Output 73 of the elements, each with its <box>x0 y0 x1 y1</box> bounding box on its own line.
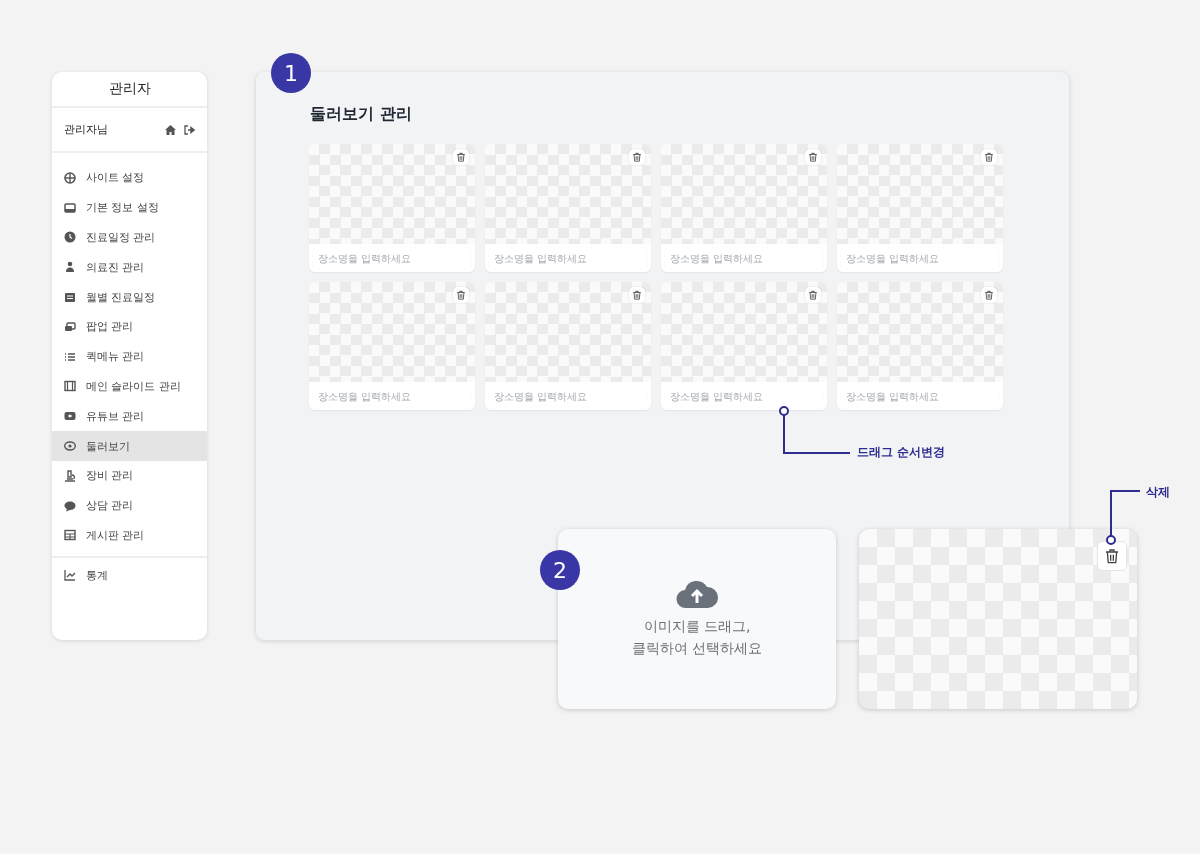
sidebar-menu-item[interactable]: 상담 관리 <box>52 490 207 521</box>
sidebar-menu-item[interactable]: 통계 <box>52 560 207 591</box>
trash-icon <box>456 152 466 162</box>
place-name-field[interactable]: 장소명을 입력하세요 <box>841 386 999 406</box>
sidebar-menu-item[interactable]: 게시판 관리 <box>52 520 207 551</box>
sidebar-menu-item[interactable]: 메인 슬라이드 관리 <box>52 371 207 402</box>
panel-title: 둘러보기 관리 <box>310 104 412 125</box>
delete-button[interactable] <box>453 149 469 165</box>
trash-icon <box>632 290 642 300</box>
slide-card[interactable]: 장소명을 입력하세요 <box>485 282 651 410</box>
menu-icon <box>64 171 76 184</box>
menu-icon <box>64 410 76 423</box>
delete-button[interactable] <box>453 287 469 303</box>
place-name-field[interactable]: 장소명을 입력하세요 <box>665 386 823 406</box>
menu-icon <box>64 499 76 512</box>
sidebar-menu-item[interactable]: 둘러보기 <box>52 431 207 461</box>
menu-icon <box>64 569 76 582</box>
sidebar-menu-item[interactable]: 팝업 관리 <box>52 312 207 342</box>
menu-icon <box>64 529 76 542</box>
step-badge: 1 <box>271 53 311 93</box>
trash-icon <box>456 290 466 300</box>
place-name-field[interactable]: 장소명을 입력하세요 <box>313 386 471 406</box>
menu-icon <box>64 201 76 214</box>
slide-card[interactable]: 장소명을 입력하세요 <box>661 282 827 410</box>
menu-icon <box>64 350 76 363</box>
leader-line <box>779 406 851 454</box>
trash-icon <box>984 152 994 162</box>
sidebar-menu-item[interactable]: 유튜브 관리 <box>52 401 207 432</box>
slide-card[interactable]: 장소명을 입력하세요 <box>837 282 1003 410</box>
delete-button[interactable] <box>981 149 997 165</box>
trash-icon <box>1104 548 1120 564</box>
menu-icon <box>64 440 76 453</box>
sidebar-menu-item[interactable]: 장비 관리 <box>52 460 207 491</box>
sidebar-menu-item[interactable]: 월별 진료일정 <box>52 282 207 312</box>
sidebar-menu-item[interactable]: 사이트 설정 <box>52 163 207 193</box>
place-name-field[interactable]: 장소명을 입력하세요 <box>841 248 999 268</box>
slide-card[interactable]: 장소명을 입력하세요 <box>309 144 475 272</box>
place-name-field[interactable]: 장소명을 입력하세요 <box>489 248 647 268</box>
delete-button[interactable] <box>805 149 821 165</box>
menu-icon <box>64 320 76 333</box>
delete-button[interactable] <box>629 149 645 165</box>
sidebar-menu-item[interactable]: 기본 정보 설정 <box>52 192 207 223</box>
sidebar-menu-item[interactable]: 진료일정 관리 <box>52 222 207 253</box>
trash-icon <box>984 290 994 300</box>
trash-icon <box>632 152 642 162</box>
slide-card[interactable]: 장소명을 입력하세요 <box>837 144 1003 272</box>
delete-button[interactable] <box>629 287 645 303</box>
user-name: 관리자님 <box>64 122 109 137</box>
delete-button[interactable] <box>1097 541 1127 571</box>
trash-icon <box>808 152 818 162</box>
menu-icon <box>64 469 76 482</box>
delete-button[interactable] <box>981 287 997 303</box>
logout-icon[interactable] <box>184 124 195 135</box>
place-name-field[interactable]: 장소명을 입력하세요 <box>665 248 823 268</box>
place-name-field[interactable]: 장소명을 입력하세요 <box>489 386 647 406</box>
sidebar-menu-item[interactable]: 의료진 관리 <box>52 252 207 283</box>
slide-card[interactable]: 장소명을 입력하세요 <box>485 144 651 272</box>
annotation-label: 드래그 순서변경 <box>857 444 946 461</box>
upload-instructions: 이미지를 드래그, 클릭하여 선택하세요 <box>631 617 763 658</box>
menu-icon <box>64 291 76 304</box>
menu-icon <box>64 231 76 244</box>
sidebar-title: 관리자 <box>52 72 207 108</box>
place-name-field[interactable]: 장소명을 입력하세요 <box>313 248 471 268</box>
annotation-label: 삭제 <box>1146 484 1170 501</box>
slide-card[interactable]: 장소명을 입력하세요 <box>661 144 827 272</box>
menu-icon <box>64 380 76 393</box>
sidebar-menu-item[interactable]: 퀵메뉴 관리 <box>52 341 207 372</box>
slide-card[interactable]: 장소명을 입력하세요 <box>309 282 475 410</box>
home-icon[interactable] <box>165 124 176 135</box>
trash-icon <box>808 290 818 300</box>
menu-icon <box>64 261 76 274</box>
cloud-upload-icon <box>676 579 718 609</box>
delete-button[interactable] <box>805 287 821 303</box>
